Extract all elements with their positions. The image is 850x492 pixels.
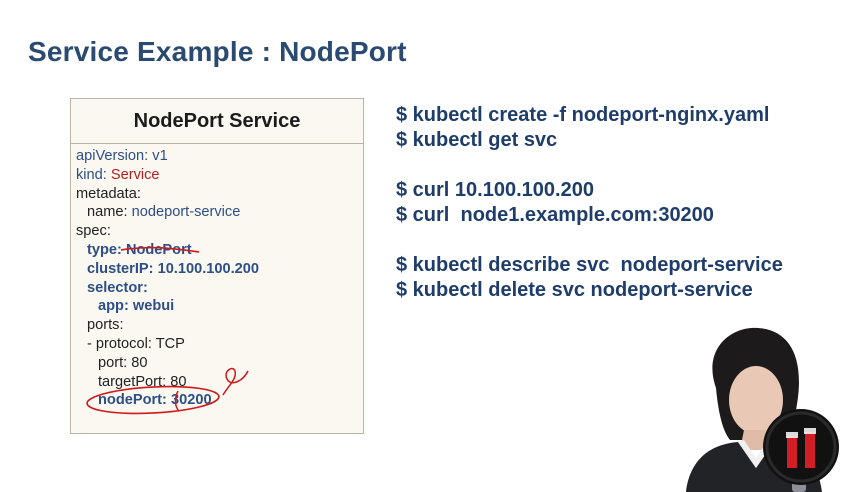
yaml-line-type: type: NodePort <box>76 241 363 260</box>
yaml-line-nodeport: nodePort: 30200 <box>76 391 363 410</box>
yaml-value: 80 <box>131 354 148 371</box>
yaml-value: Service <box>110 166 160 183</box>
yaml-line-metadata: metadata: <box>76 185 363 204</box>
yaml-line-protocol: - protocol: TCP <box>76 335 363 354</box>
yaml-value: TCP <box>155 335 185 352</box>
yaml-value: nodeport-service <box>131 204 241 221</box>
command-list: $ kubectl create -f nodeport-nginx.yaml … <box>396 103 783 303</box>
yaml-line-port: port: 80 <box>76 354 363 373</box>
yaml-box-title: NodePort Service <box>71 99 363 144</box>
yaml-value: webui <box>132 298 175 315</box>
yaml-value: 80 <box>170 373 187 390</box>
yaml-line-selector: selector: <box>76 279 363 298</box>
yaml-line-app: app: webui <box>76 297 363 316</box>
command-describe: $ kubectl describe svc nodeport-service <box>396 254 783 276</box>
yaml-line-ports: ports: <box>76 316 363 335</box>
yaml-key: kind: <box>76 166 107 183</box>
yaml-code-box: NodePort Service apiVersion: v1 kind: Se… <box>70 98 364 434</box>
command-curl-node: $ curl node1.example.com:30200 <box>396 204 714 226</box>
command-create: $ kubectl create -f nodeport-nginx.yaml <box>396 104 770 126</box>
yaml-key: spec: <box>76 223 111 240</box>
yaml-line-name: name: nodeport-service <box>76 203 363 222</box>
yaml-key: nodePort: <box>98 392 167 409</box>
yaml-value: v1 <box>152 148 168 164</box>
command-get-svc: $ kubectl get svc <box>396 129 558 151</box>
yaml-key: app: <box>98 298 129 315</box>
yaml-key: - protocol: <box>87 335 152 352</box>
yaml-value: 10.100.100.200 <box>157 260 260 277</box>
yaml-line-kind: kind: Service <box>76 166 363 185</box>
yaml-lines: apiVersion: v1 kind: Service metadata: n… <box>71 144 363 410</box>
yaml-key: selector: <box>87 279 148 296</box>
yaml-key: ports: <box>87 317 124 334</box>
channel-logo-icon <box>763 409 839 485</box>
yaml-line-spec: spec: <box>76 222 363 241</box>
yaml-line-targetport: targetPort: 80 <box>76 373 363 392</box>
yaml-key: apiVersion: <box>76 148 149 164</box>
yaml-key: metadata: <box>76 185 141 202</box>
yaml-value: 30200 <box>170 392 212 409</box>
slide-title: Service Example : NodePort <box>28 36 407 67</box>
yaml-key: clusterIP: <box>87 260 154 277</box>
command-delete: $ kubectl delete svc nodeport-service <box>396 279 753 301</box>
yaml-key: name: <box>87 204 128 221</box>
yaml-key: port: <box>98 354 128 371</box>
yaml-line-apiversion: apiVersion: v1 <box>76 147 363 166</box>
yaml-key: targetPort: <box>98 373 167 390</box>
command-curl-ip: $ curl 10.100.100.200 <box>396 179 594 201</box>
yaml-value: NodePort <box>125 241 192 258</box>
yaml-key: type: <box>87 241 122 258</box>
yaml-line-clusterip: clusterIP: 10.100.100.200 <box>76 260 363 279</box>
